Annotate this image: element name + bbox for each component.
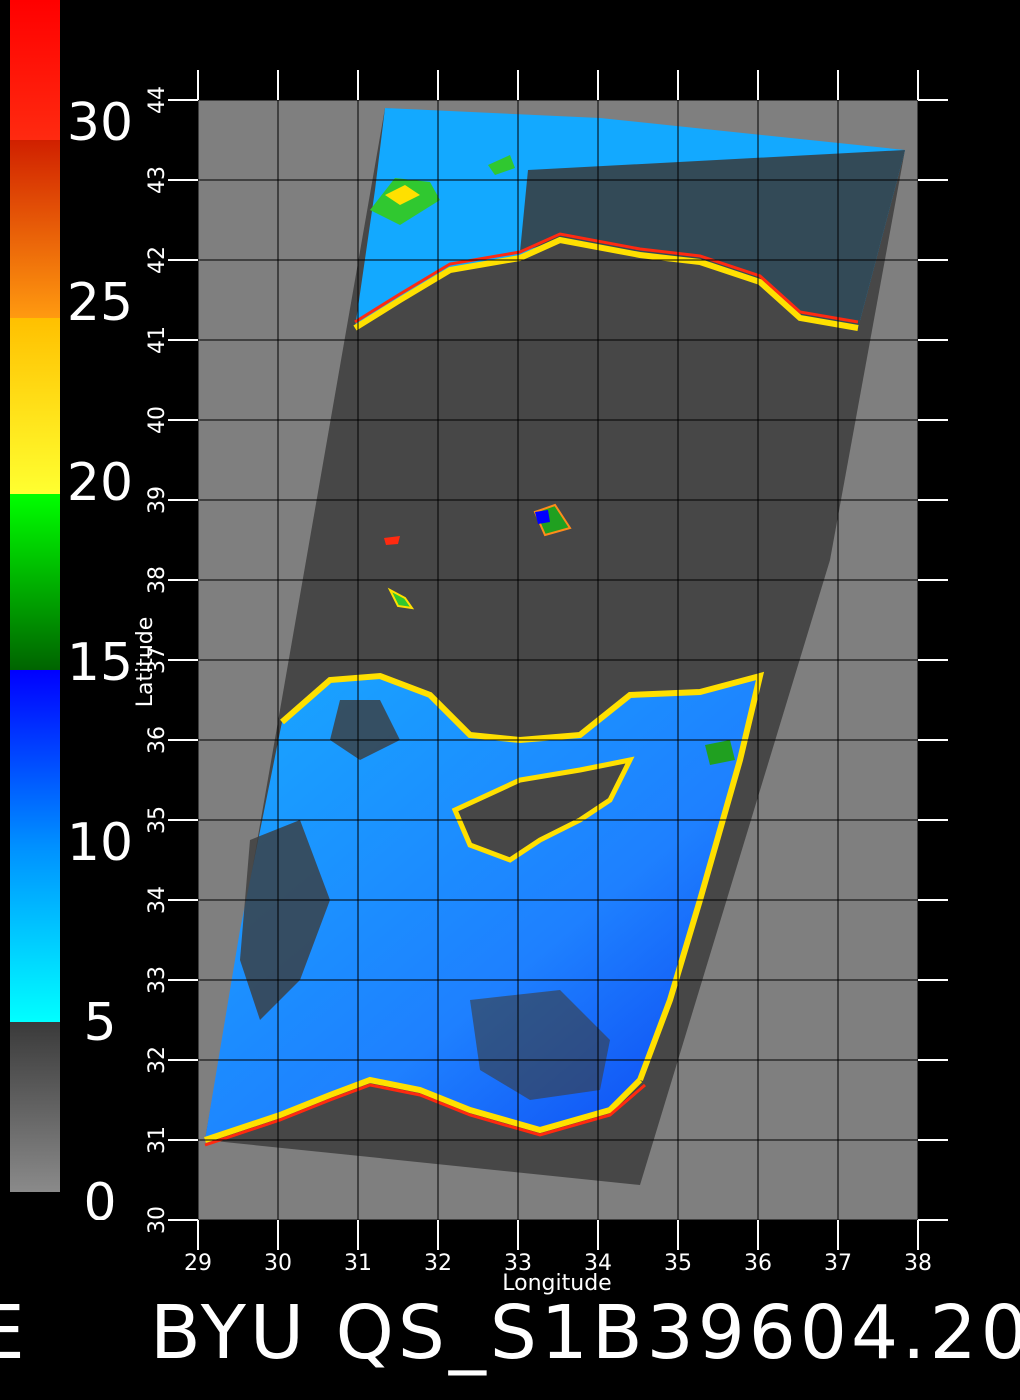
lon-tick-label: 32: [424, 1251, 452, 1276]
lon-tick-label: 31: [344, 1251, 372, 1276]
lat-tick-label: 40: [145, 406, 170, 434]
figure: 0 5 10 15 20 25 30 29 30 31 32 33 34 35 …: [0, 0, 1020, 1400]
lat-tick-label: 31: [145, 1126, 170, 1154]
y-axis-label: Latitude: [133, 617, 158, 708]
lat-tick-label: 34: [145, 886, 170, 914]
lat-tick-label: 30: [145, 1206, 170, 1234]
footer-left-text: E: [0, 1290, 25, 1376]
lat-tick-label: 32: [145, 1046, 170, 1074]
lat-tick-label: 33: [145, 966, 170, 994]
lon-tick-label: 37: [824, 1251, 852, 1276]
lat-tick-label: 44: [145, 86, 170, 114]
lat-tick-label: 43: [145, 166, 170, 194]
lat-tick-label: 41: [145, 326, 170, 354]
lon-tick-label: 36: [744, 1251, 772, 1276]
lat-tick-label: 36: [145, 726, 170, 754]
lon-tick-label: 35: [664, 1251, 692, 1276]
lon-tick-label: 30: [264, 1251, 292, 1276]
lon-tick-label: 29: [184, 1251, 212, 1276]
lat-tick-label: 39: [145, 486, 170, 514]
footer-title: BYU QS_S1B39604.200: [150, 1290, 1020, 1376]
lat-tick-label: 42: [145, 246, 170, 274]
lat-tick-label: 38: [145, 566, 170, 594]
lat-tick-label: 35: [145, 806, 170, 834]
map-plot: 29 30 31 32 33 34 35 36 37 38 3031323334353637383…: [133, 70, 948, 1296]
lon-tick-label: 38: [904, 1251, 932, 1276]
